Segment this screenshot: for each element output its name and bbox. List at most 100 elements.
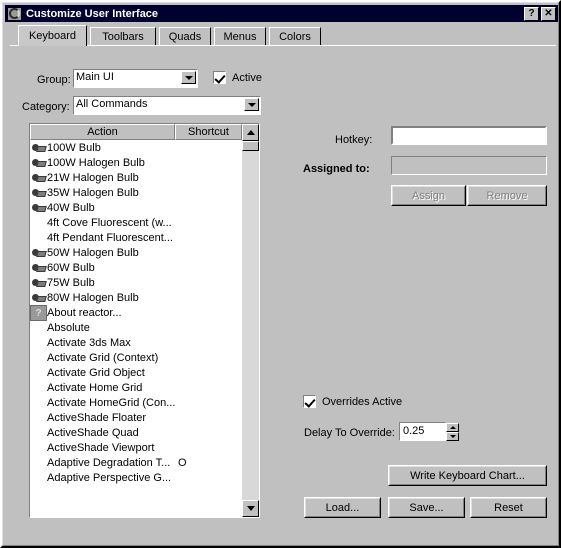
category-dropdown[interactable]: All Commands xyxy=(73,96,261,115)
list-item[interactable]: ActiveShade Quad xyxy=(30,425,242,440)
remove-button[interactable]: Remove xyxy=(467,185,547,206)
list-item[interactable]: Adaptive Perspective G... xyxy=(30,470,242,485)
action-list[interactable]: Action Shortcut 100W Bulb 100W Halogen Bu… xyxy=(29,123,260,518)
bulb-icon xyxy=(30,245,47,260)
titlebar[interactable]: Customize User Interface ? ✕ xyxy=(5,5,558,22)
remove-button-label: Remove xyxy=(486,189,528,202)
load-button-label: Load... xyxy=(325,501,360,514)
active-checkbox[interactable]: Active xyxy=(213,71,262,84)
window-inner-frame: Customize User Interface ? ✕ Keyboard Too… xyxy=(2,2,559,546)
assigned-to-field xyxy=(391,156,547,175)
bulb-icon xyxy=(30,155,47,170)
list-item-shortcut: O xyxy=(178,456,187,469)
list-item-action: Activate 3ds Max xyxy=(47,336,131,349)
vertical-scrollbar[interactable] xyxy=(242,124,259,517)
no-icon xyxy=(30,380,47,395)
overrides-active-checkbox[interactable]: Overrides Active xyxy=(303,395,402,408)
assign-button-label: Assign xyxy=(411,189,446,202)
list-item-action: Activate Grid (Context) xyxy=(47,351,159,364)
scrollbar-thumb[interactable] xyxy=(242,141,259,151)
scrollbar-track[interactable] xyxy=(242,141,259,500)
no-icon xyxy=(30,215,47,230)
list-item-action: Adaptive Degradation T... xyxy=(47,456,171,469)
load-button[interactable]: Load... xyxy=(304,497,381,518)
list-item[interactable]: Activate HomeGrid (Con... xyxy=(30,395,242,410)
tab-label: Keyboard xyxy=(28,30,77,42)
list-item[interactable]: 60W Bulb xyxy=(30,260,242,275)
chevron-down-icon[interactable] xyxy=(244,98,259,111)
write-keyboard-chart-button[interactable]: Write Keyboard Chart... xyxy=(388,465,547,486)
active-checkbox-label: Active xyxy=(232,71,262,84)
group-dropdown[interactable]: Main UI xyxy=(73,69,198,88)
list-item-action: Activate HomeGrid (Con... xyxy=(47,396,176,409)
max-swirl-icon xyxy=(7,6,22,21)
write-keyboard-chart-label: Write Keyboard Chart... xyxy=(410,469,525,482)
list-item[interactable]: 4ft Pendant Fluorescent... xyxy=(30,230,242,245)
spin-down-button[interactable] xyxy=(446,432,459,441)
delay-to-override-input[interactable]: 0.25 xyxy=(399,422,446,441)
list-item-action: Activate Grid Object xyxy=(47,366,145,379)
spin-up-button[interactable] xyxy=(446,423,459,432)
tab-colors[interactable]: Colors xyxy=(269,27,321,46)
bulb-icon xyxy=(30,275,47,290)
scroll-up-button[interactable] xyxy=(242,124,259,141)
list-item-action: ActiveShade Floater xyxy=(47,411,147,424)
tab-menus[interactable]: Menus xyxy=(214,27,266,46)
column-header-shortcut[interactable]: Shortcut xyxy=(175,124,242,140)
list-item[interactable]: ActiveShade Floater xyxy=(30,410,242,425)
list-item-action: About reactor... xyxy=(47,306,122,319)
window-title: Customize User Interface xyxy=(26,7,159,20)
assign-button[interactable]: Assign xyxy=(391,185,466,206)
list-item[interactable]: 21W Halogen Bulb xyxy=(30,170,242,185)
list-item[interactable]: 80W Halogen Bulb xyxy=(30,290,242,305)
list-item[interactable]: Adaptive Degradation T... O xyxy=(30,455,242,470)
no-icon xyxy=(30,350,47,365)
list-item[interactable]: About reactor... xyxy=(30,305,242,321)
group-label: Group: xyxy=(37,74,71,86)
list-item[interactable]: 4ft Cove Fluorescent (w... xyxy=(30,215,242,230)
list-item[interactable]: 50W Halogen Bulb xyxy=(30,245,242,260)
category-label: Category: xyxy=(22,101,70,113)
close-button[interactable]: ✕ xyxy=(541,6,556,21)
delay-to-override-label: Delay To Override: xyxy=(304,427,395,439)
list-item[interactable]: 100W Bulb xyxy=(30,140,242,155)
bulb-icon xyxy=(30,290,47,305)
chevron-down-icon[interactable] xyxy=(181,71,196,84)
column-header-action[interactable]: Action xyxy=(30,124,175,140)
list-item[interactable]: 35W Halogen Bulb xyxy=(30,185,242,200)
hotkey-input[interactable] xyxy=(391,126,547,145)
bulb-icon xyxy=(30,170,47,185)
close-icon: ✕ xyxy=(544,7,553,19)
list-item[interactable]: 75W Bulb xyxy=(30,275,242,290)
list-item[interactable]: Activate Home Grid xyxy=(30,380,242,395)
tab-keyboard[interactable]: Keyboard xyxy=(18,25,87,46)
list-item[interactable]: 100W Halogen Bulb xyxy=(30,155,242,170)
list-item-action: 50W Halogen Bulb xyxy=(47,246,139,259)
list-item-action: Adaptive Perspective G... xyxy=(47,471,172,484)
delay-to-override-value: 0.25 xyxy=(403,425,425,437)
active-checkbox-box[interactable] xyxy=(213,71,226,84)
assigned-to-value xyxy=(392,157,546,161)
tab-toolbars[interactable]: Toolbars xyxy=(90,27,156,46)
list-item[interactable]: Absolute xyxy=(30,320,242,335)
tab-quads[interactable]: Quads xyxy=(159,27,211,46)
reset-button[interactable]: Reset xyxy=(470,497,547,518)
save-button[interactable]: Save... xyxy=(388,497,465,518)
scroll-down-button[interactable] xyxy=(242,500,259,517)
list-item-action: 60W Bulb xyxy=(47,261,95,274)
triangle-down-icon xyxy=(246,506,255,511)
list-item[interactable]: Activate Grid (Context) xyxy=(30,350,242,365)
bulb-icon xyxy=(30,140,47,155)
tab-label: Menus xyxy=(223,31,257,43)
list-item-action: Absolute xyxy=(47,321,90,334)
no-icon xyxy=(30,320,47,335)
list-item[interactable]: 40W Bulb xyxy=(30,200,242,215)
list-item[interactable]: Activate Grid Object xyxy=(30,365,242,380)
help-button[interactable]: ? xyxy=(524,6,539,21)
list-body: 100W Bulb 100W Halogen Bulb 21W Halogen Bu… xyxy=(30,140,242,517)
list-item[interactable]: ActiveShade Viewport xyxy=(30,440,242,455)
overrides-active-checkbox-box[interactable] xyxy=(303,395,316,408)
list-item[interactable]: Activate 3ds Max xyxy=(30,335,242,350)
no-icon xyxy=(30,410,47,425)
delay-spinner[interactable] xyxy=(446,423,459,441)
